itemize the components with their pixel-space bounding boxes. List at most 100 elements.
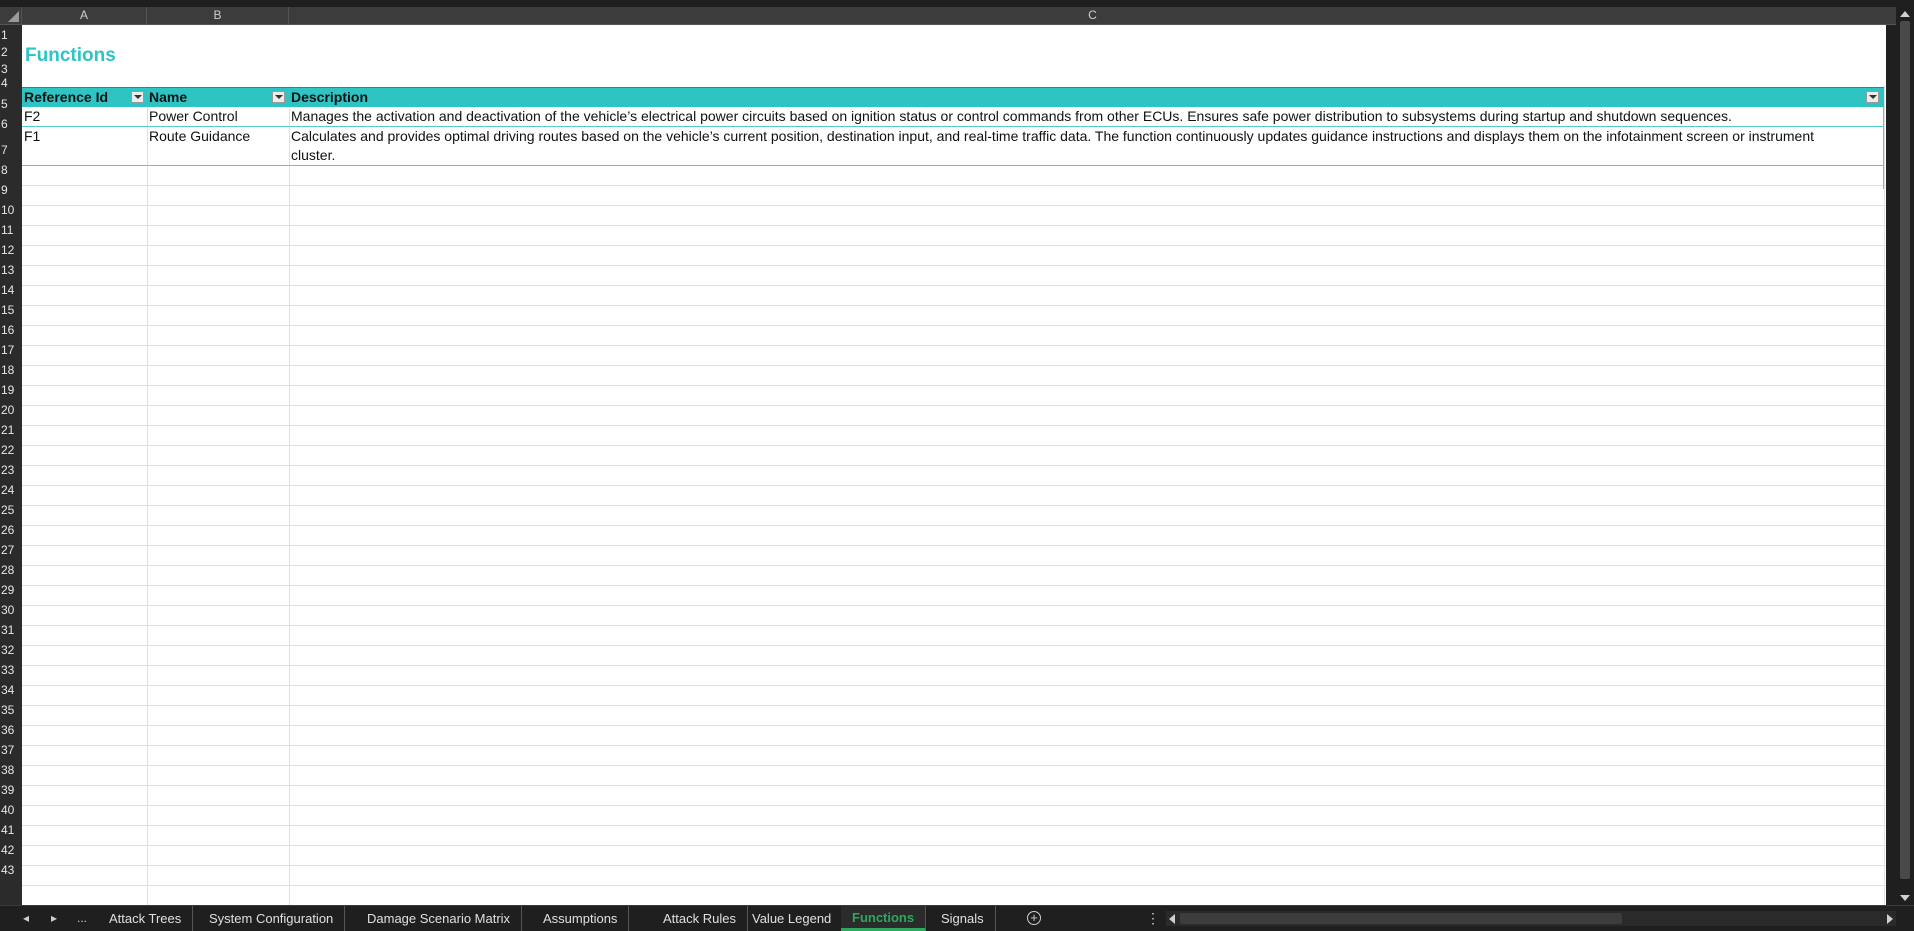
row-header[interactable]: 36 — [0, 720, 22, 740]
row-header[interactable]: 6 — [0, 114, 22, 134]
grid-line-horizontal — [22, 845, 1886, 846]
cell-grid[interactable]: Functions Reference Id Name Description … — [22, 25, 1886, 905]
row-header[interactable]: 27 — [0, 540, 22, 560]
row-header[interactable]: 16 — [0, 320, 22, 340]
row-header[interactable]: 31 — [0, 620, 22, 640]
row-header[interactable]: 26 — [0, 520, 22, 540]
filter-dropdown-icon[interactable] — [1866, 91, 1879, 103]
row-header[interactable]: 10 — [0, 200, 22, 220]
select-all-corner[interactable] — [0, 7, 22, 25]
grid-line-horizontal — [22, 345, 1886, 346]
tab-next-icon[interactable]: ▸ — [46, 911, 62, 925]
cell-name-power-control[interactable]: Power Control — [147, 107, 289, 126]
row-header[interactable]: 32 — [0, 640, 22, 660]
grid-line-horizontal — [22, 765, 1886, 766]
filter-dropdown-icon[interactable] — [131, 91, 144, 103]
row-header[interactable]: 7 — [0, 140, 22, 160]
row-header[interactable]: 21 — [0, 420, 22, 440]
row-header[interactable]: 8 — [0, 160, 22, 180]
row-header[interactable]: 9 — [0, 180, 22, 200]
sheet-tab-system-configuration[interactable]: System Configuration — [198, 906, 346, 931]
row-header[interactable]: 35 — [0, 700, 22, 720]
header-reference-id[interactable]: Reference Id — [22, 88, 147, 107]
row-header[interactable]: 15 — [0, 300, 22, 320]
sheet-tab-value-legend[interactable]: Value Legend — [741, 906, 844, 931]
sheet-tab-damage-scenario-matrix[interactable]: Damage Scenario Matrix — [356, 906, 523, 931]
row-header[interactable]: 24 — [0, 480, 22, 500]
grid-line-horizontal — [22, 425, 1886, 426]
row-header[interactable]: 38 — [0, 760, 22, 780]
cell-description-route-guidance[interactable]: Calculates and provides optimal driving … — [289, 127, 1884, 146]
row-header[interactable]: 39 — [0, 780, 22, 800]
row-header[interactable]: 19 — [0, 380, 22, 400]
cell-ref-f2[interactable]: F2 — [22, 107, 147, 126]
vertical-scrollbar[interactable] — [1896, 7, 1914, 905]
grid-line-horizontal — [22, 745, 1886, 746]
cell-description-power-control[interactable]: Manages the activation and deactivation … — [289, 107, 1884, 126]
scroll-right-icon[interactable] — [1887, 914, 1893, 924]
grid-line-horizontal — [22, 665, 1886, 666]
cell-name-route-guidance[interactable]: Route Guidance — [147, 127, 289, 146]
row-header[interactable]: 40 — [0, 800, 22, 820]
row-header[interactable]: 25 — [0, 500, 22, 520]
row-header[interactable]: 22 — [0, 440, 22, 460]
header-reference-id-label: Reference Id — [24, 89, 109, 105]
grid-line-horizontal — [22, 625, 1886, 626]
row-header[interactable]: 33 — [0, 660, 22, 680]
sheet-tab-attack-rules[interactable]: Attack Rules — [652, 906, 748, 931]
row-header[interactable]: 43 — [0, 860, 22, 880]
grid-line-horizontal — [22, 685, 1886, 686]
row-header[interactable]: 42 — [0, 840, 22, 860]
row-headers: 1 2 3 4 5 6 7 8 9 10 11 12 13 14 15 16 17 18 19 20 21 22 23 24 2… — [0, 25, 22, 905]
column-header-a[interactable]: A — [22, 7, 147, 24]
row-header[interactable]: 34 — [0, 680, 22, 700]
horizontal-scroll-thumb[interactable] — [1180, 913, 1622, 924]
cell-ref-f1[interactable]: F1 — [22, 127, 147, 146]
sheet-tab-bar: ◂ ▸ ... Attack Trees System Configuration… — [0, 905, 1914, 931]
row-header[interactable]: 17 — [0, 340, 22, 360]
row-header[interactable]: 41 — [0, 820, 22, 840]
row-header[interactable]: 28 — [0, 560, 22, 580]
sheet-tab-attack-trees[interactable]: Attack Trees — [98, 906, 194, 931]
add-sheet-icon[interactable]: + — [1027, 911, 1041, 925]
grid-line-horizontal — [22, 865, 1886, 866]
row-header[interactable]: 13 — [0, 260, 22, 280]
tab-prev-icon[interactable]: ◂ — [18, 911, 34, 925]
tab-more-button[interactable]: ... — [74, 911, 90, 925]
grid-line-horizontal — [22, 305, 1886, 306]
table-bottom-border — [22, 165, 1884, 166]
row-header[interactable]: 37 — [0, 740, 22, 760]
row-header[interactable]: 30 — [0, 600, 22, 620]
scroll-down-icon[interactable] — [1900, 895, 1910, 901]
grid-line-horizontal — [22, 265, 1886, 266]
scroll-up-icon[interactable] — [1900, 11, 1910, 17]
header-description[interactable]: Description — [289, 88, 1884, 107]
grid-line-horizontal — [22, 785, 1886, 786]
cell-description-route-guidance-cont: cluster. — [291, 147, 336, 163]
sheet-tab-signals[interactable]: Signals — [930, 906, 996, 931]
row-header[interactable]: 23 — [0, 460, 22, 480]
horizontal-scrollbar[interactable] — [1166, 911, 1896, 926]
row-header[interactable]: 20 — [0, 400, 22, 420]
grid-line-horizontal — [22, 705, 1886, 706]
vertical-scroll-thumb[interactable] — [1900, 21, 1910, 879]
grid-line-horizontal — [22, 485, 1886, 486]
sheet-tab-functions[interactable]: Functions — [841, 906, 927, 931]
row-header[interactable]: 18 — [0, 360, 22, 380]
column-header-c[interactable]: C — [289, 7, 1896, 24]
tab-options-icon[interactable]: ⋮ — [1146, 910, 1160, 927]
row-header[interactable]: 5 — [0, 94, 22, 114]
column-header-b[interactable]: B — [147, 7, 289, 24]
sheet-title[interactable]: Functions — [25, 45, 116, 67]
row-header[interactable]: 12 — [0, 240, 22, 260]
grid-line-horizontal — [22, 605, 1886, 606]
sheet-tab-assumptions[interactable]: Assumptions — [532, 906, 630, 931]
row-header[interactable]: 11 — [0, 220, 22, 240]
row-header[interactable]: 4 — [0, 73, 22, 93]
filter-dropdown-icon[interactable] — [272, 91, 285, 103]
header-name[interactable]: Name — [147, 88, 289, 107]
scroll-left-icon[interactable] — [1169, 914, 1175, 924]
row-header[interactable]: 29 — [0, 580, 22, 600]
grid-line-horizontal — [22, 365, 1886, 366]
row-header[interactable]: 14 — [0, 280, 22, 300]
